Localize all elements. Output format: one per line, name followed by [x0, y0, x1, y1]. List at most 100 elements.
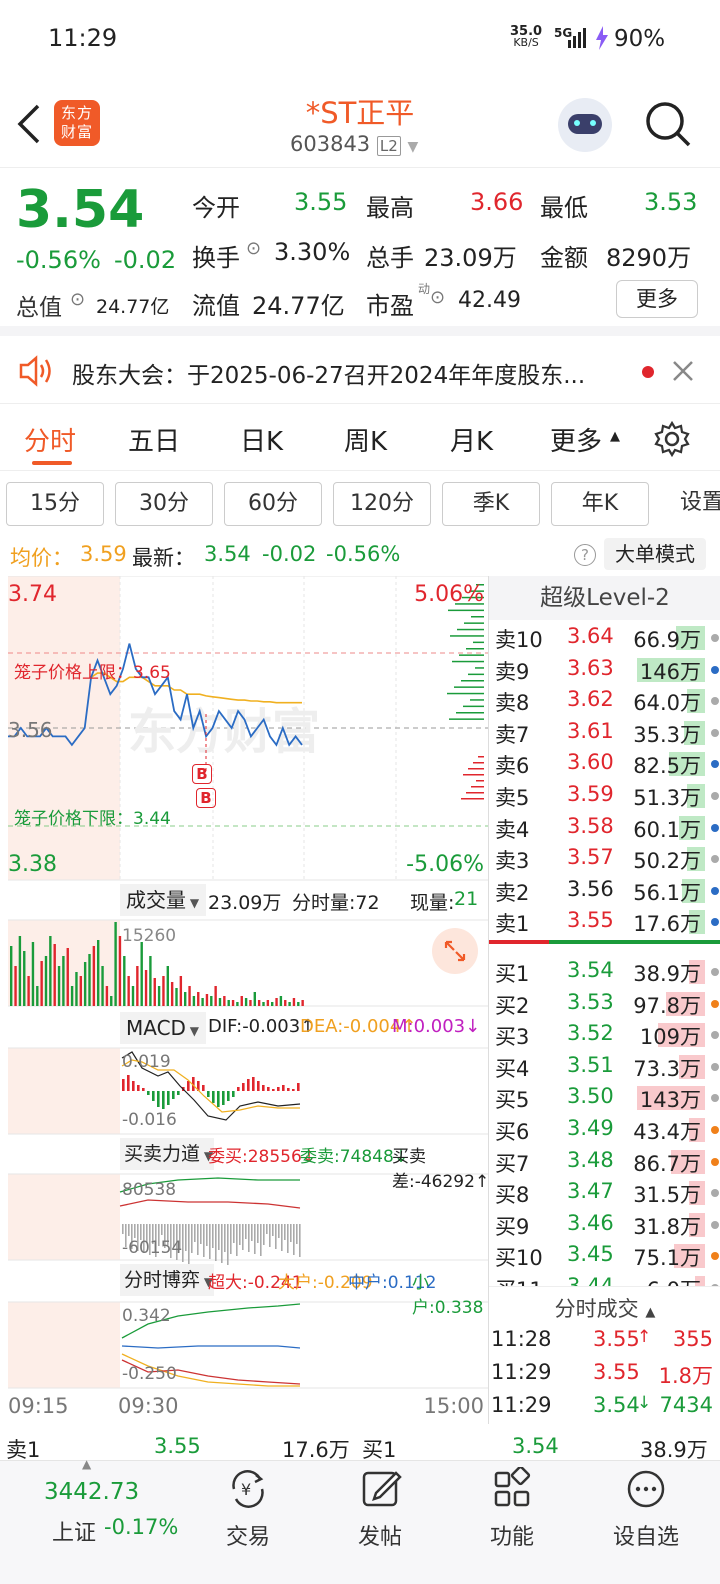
depth-bar	[463, 774, 484, 776]
macd-indicator-select[interactable]: MACD ▼	[120, 1012, 206, 1044]
volume-bar	[70, 986, 74, 1006]
change-value: -0.02	[114, 246, 177, 274]
force-bar	[284, 1224, 286, 1240]
force-scale-bottom: -60154	[122, 1238, 183, 1258]
volume-indicator-select[interactable]: 成交量 ▼	[120, 884, 206, 916]
gear-icon[interactable]	[654, 421, 690, 457]
tab-15min[interactable]: 15分	[6, 482, 104, 526]
index-ticker[interactable]: ▲ 3442.73 上证 -0.17%	[30, 1457, 178, 1584]
notice-text: 股东大会：于2025-06-27召开2024年年度股东...	[72, 363, 586, 389]
tab-60min[interactable]: 60分	[224, 482, 322, 526]
nav-post[interactable]: 发帖	[320, 1461, 440, 1584]
entrust-diff: 买卖差:-46292↑	[392, 1142, 489, 1192]
tab-30min[interactable]: 30分	[115, 482, 213, 526]
stock-title: *ST正平	[305, 96, 415, 130]
force-bar	[269, 1224, 271, 1247]
intraday-chart[interactable]: 东方财富 3.74 3.56 3.38 5.06% -5.06% 笼子价格上限：…	[8, 576, 489, 1424]
nav-functions[interactable]: 功能	[452, 1461, 572, 1584]
info-icon[interactable]: ⊙	[246, 238, 261, 259]
sell-force-line	[119, 1199, 301, 1209]
latest-value: 3.54	[204, 542, 251, 566]
macd-bar	[242, 1083, 245, 1091]
robot-assistant-icon[interactable]	[558, 98, 612, 152]
bid-row[interactable]: 买1 3.54 38.9万	[489, 956, 720, 987]
notice-bar[interactable]: 股东大会：于2025-06-27召开2024年年度股东...	[0, 340, 720, 404]
buy-marker[interactable]: B	[196, 788, 216, 808]
info-icon[interactable]: ⊙	[70, 289, 85, 310]
price-axis-top: 3.74	[8, 582, 57, 607]
nav-add-watchlist[interactable]: 设自选	[586, 1461, 706, 1584]
macd-m: M:0.003↓	[392, 1016, 480, 1037]
nav-trade[interactable]: ¥ 交易	[188, 1461, 308, 1584]
speaker-icon	[19, 355, 51, 387]
macd-bar	[127, 1075, 130, 1091]
bid-row[interactable]: 买7 3.48 86.7万	[489, 1146, 720, 1177]
yuan-exchange-icon: ¥	[232, 1470, 264, 1508]
period-tabs: 分时 五日 日K 周K 月K 更多 ▲	[0, 405, 720, 471]
more-button[interactable]: 更多	[616, 280, 698, 318]
depth-bar	[449, 718, 484, 720]
bid-row[interactable]: 买5 3.50 143万	[489, 1082, 720, 1113]
volume-bar	[184, 992, 187, 1006]
bid-row[interactable]: 买4 3.51 73.3万	[489, 1051, 720, 1082]
bid-row[interactable]: 买10 3.45 75.1万	[489, 1240, 720, 1271]
tab-120min[interactable]: 120分	[333, 482, 431, 526]
force-bar	[248, 1224, 250, 1252]
tab-monthly-k[interactable]: 月K	[450, 421, 493, 458]
stock-code-group[interactable]: 603843 L2 ▼	[290, 132, 418, 156]
bid-row[interactable]: 买9 3.46 31.8万	[489, 1209, 720, 1240]
tab-daily-k[interactable]: 日K	[240, 421, 283, 458]
bid-row[interactable]: 买6 3.49 43.4万	[489, 1114, 720, 1145]
bid-level: 买7	[495, 1151, 530, 1176]
search-icon[interactable]	[644, 100, 692, 148]
game-indicator-select[interactable]: 分时博弈 ▼	[120, 1264, 214, 1296]
info-icon[interactable]: ⊙	[430, 287, 445, 308]
force-bar	[251, 1224, 253, 1241]
close-icon[interactable]	[672, 360, 694, 382]
order-dot	[711, 999, 719, 1008]
depth-bar	[466, 648, 484, 650]
volume-bar	[105, 986, 109, 1006]
big-order-mode-button[interactable]: 大单模式	[604, 538, 706, 570]
trades-title[interactable]: 分时成交 ▲	[489, 1293, 720, 1323]
depth-bar	[468, 673, 484, 676]
bid-row[interactable]: 买3 3.52 109万	[489, 1019, 720, 1050]
net-speed-unit: KB/S	[513, 36, 539, 49]
bid-level: 买11	[495, 1274, 543, 1286]
bid-level: 买9	[495, 1214, 530, 1239]
depth-bar	[476, 780, 484, 782]
force-bar	[296, 1224, 298, 1244]
expand-icon[interactable]	[432, 928, 478, 974]
tab-more[interactable]: 更多	[550, 421, 602, 458]
depth-bar	[466, 792, 484, 794]
tab-year-k[interactable]: 年K	[551, 482, 649, 526]
interval-tabs: 15分 30分 60分 120分 季K 年K 设置	[0, 472, 720, 534]
trade-row: 11:29 3.54 ↓ 7434	[489, 1393, 720, 1425]
buy-marker[interactable]: B	[192, 764, 212, 784]
force-bar	[200, 1224, 202, 1244]
bid-row[interactable]: 买2 3.53 97.8万	[489, 988, 720, 1019]
force-bar	[260, 1224, 262, 1256]
volume-now-label: 现量:	[410, 892, 455, 914]
tab-settings[interactable]: 设置	[660, 482, 720, 526]
macd-bar	[122, 1079, 125, 1091]
macd-bar	[172, 1091, 175, 1099]
tab-quarter-k[interactable]: 季K	[442, 482, 540, 526]
depth-bar	[461, 680, 484, 682]
depth-bar	[454, 686, 484, 688]
force-indicator-select[interactable]: 买卖力道 ▼	[120, 1138, 214, 1170]
small-holder: 小户:0.338	[412, 1273, 484, 1318]
tab-weekly-k[interactable]: 周K	[344, 421, 387, 458]
price-axis-mid: 3.56	[8, 718, 53, 742]
tab-intraday[interactable]: 分时	[24, 421, 76, 458]
volume-bar	[249, 1000, 252, 1006]
macd-m-value: M:0.003	[392, 1016, 466, 1037]
bid-volume: 75.1万	[633, 1246, 701, 1271]
force-bar	[185, 1224, 187, 1251]
open-label: 今开	[192, 194, 240, 222]
bid-row[interactable]: 买8 3.47 31.5万	[489, 1177, 720, 1208]
amount-label: 金额	[540, 244, 588, 272]
tab-five-day[interactable]: 五日	[128, 421, 180, 458]
bid-row[interactable]: 买11 3.44 6.0万	[489, 1272, 720, 1286]
help-icon[interactable]: ?	[574, 544, 596, 566]
